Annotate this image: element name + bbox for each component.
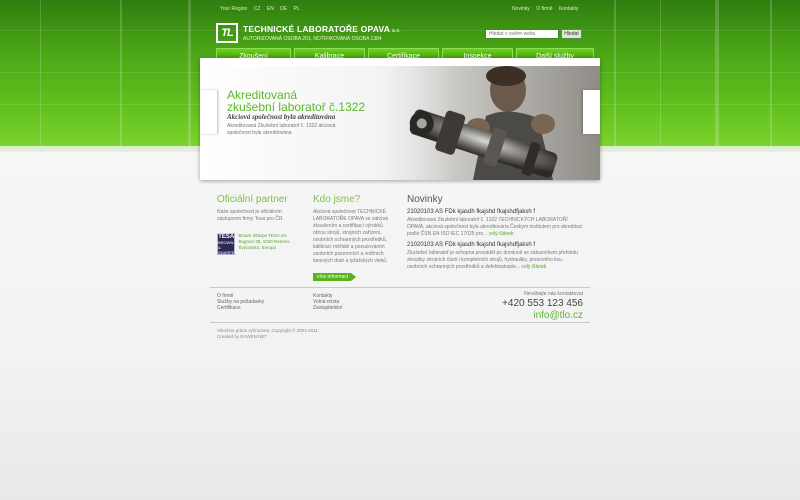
news-text: Zkušební laboratoř je schopna provádět p… [407,250,578,270]
partner-section: Oficiální partner Naše společnost je ofi… [217,194,302,255]
about-heading: Kdo jsme? [313,194,361,205]
hero-photo [378,66,600,180]
copyright: Všechna práva vyhrazena. Copyright © 200… [217,328,318,340]
logo-subtitle: AUTORIZOVANÁ OSOBA 201, NOTIFIKOVANÁ OSO… [243,36,382,42]
tesa-logo: TESA BROWN & SHARPE [217,233,236,255]
news-item: 21020103 AS FDk kjasdh fkajshd fkajshdfj… [407,242,583,271]
hero-next-tab[interactable] [583,90,600,134]
partner-address: Brown Sharpe TESA SA Bugnon 38, 1020 Ren… [238,233,290,250]
lang-cz-link[interactable]: CZ [254,6,261,12]
partner-text: Naše společnost je oficiálním zástupcem … [217,209,284,222]
news-read-more-link[interactable]: celý článek [522,264,547,270]
news-title[interactable]: 21020103 AS FDk kjasdh fkajshd fkajshdfj… [407,242,583,248]
partner-heading: Oficiální partner [217,194,288,205]
news-read-more-link[interactable]: celý článek [489,231,514,237]
footer-divider [210,322,590,323]
contact-label: Neváhejte nás kontaktovat [524,291,583,297]
footer-links-col1: O firmě Služby na požadavky Certifikace [217,293,264,311]
search-form: Hledat [485,29,582,39]
footer-divider [210,287,590,288]
region-bar: Your Region CZ EN DE PL [220,6,305,12]
hero-slogan: Akciová společnost byla akreditována [227,113,336,121]
search-button[interactable]: Hledat [561,29,582,39]
page-background [0,152,800,500]
created-by-link[interactable]: Created by RAWEN.NET [217,334,318,340]
logo-mark-icon: TL [216,23,238,43]
top-link-contacts[interactable]: Kontakty [559,6,578,12]
news-item: 21020103 AS FDk kjasdh fkajshd fkajshdfj… [407,209,583,238]
footer-link[interactable]: Zastupitelství [313,305,342,311]
hero-prev-tab[interactable] [200,90,217,134]
logo-title: TECHNICKÉ LABORATOŘE OPAVA a.s. [243,24,401,34]
top-link-about[interactable]: O firmě [536,6,552,12]
hero-title: Akreditovaná zkušební laboratoř č.1322 [227,88,366,114]
top-links: Novinky O firmě Kontakty [512,6,583,12]
partner-card[interactable]: TESA BROWN & SHARPE Brown Sharpe TESA SA… [217,233,302,255]
contact-email-link[interactable]: info@tlo.cz [502,310,583,321]
news-heading: Novinky [407,194,443,205]
lang-pl-link[interactable]: PL [293,6,299,12]
region-label: Your Region [220,6,248,12]
top-link-news[interactable]: Novinky [512,6,530,12]
footer-contact: Neváhejte nás kontaktovat +420 553 123 4… [502,291,583,321]
about-text: Akciová společnost TECHNICKÉ LABORATOŘE … [313,209,388,264]
lang-de-link[interactable]: DE [280,6,287,12]
more-info-button[interactable]: více informací [313,273,357,281]
news-title[interactable]: 21020103 AS FDk kjasdh fkajshd fkajshdfj… [407,209,583,215]
footer-link[interactable]: Certifikace [217,305,264,311]
footer-links-col2: Kontakty Volná místa Zastupitelství [313,293,342,311]
search-input[interactable] [485,29,559,39]
about-section: Kdo jsme? Akciová společnost TECHNICKÉ L… [313,194,395,283]
news-section: Novinky 21020103 AS FDk kjasdh fkajshd f… [407,194,583,271]
contact-phone: +420 553 123 456 [502,298,583,309]
lang-en-link[interactable]: EN [267,6,274,12]
hero-banner: Akreditovaná zkušební laboratoř č.1322 A… [200,66,600,180]
site-logo[interactable]: TL TECHNICKÉ LABORATOŘE OPAVA a.s. AUTORI… [216,23,401,43]
hero-description: Akreditovaná Zkušební laboratoř č. 1322 … [227,123,336,136]
